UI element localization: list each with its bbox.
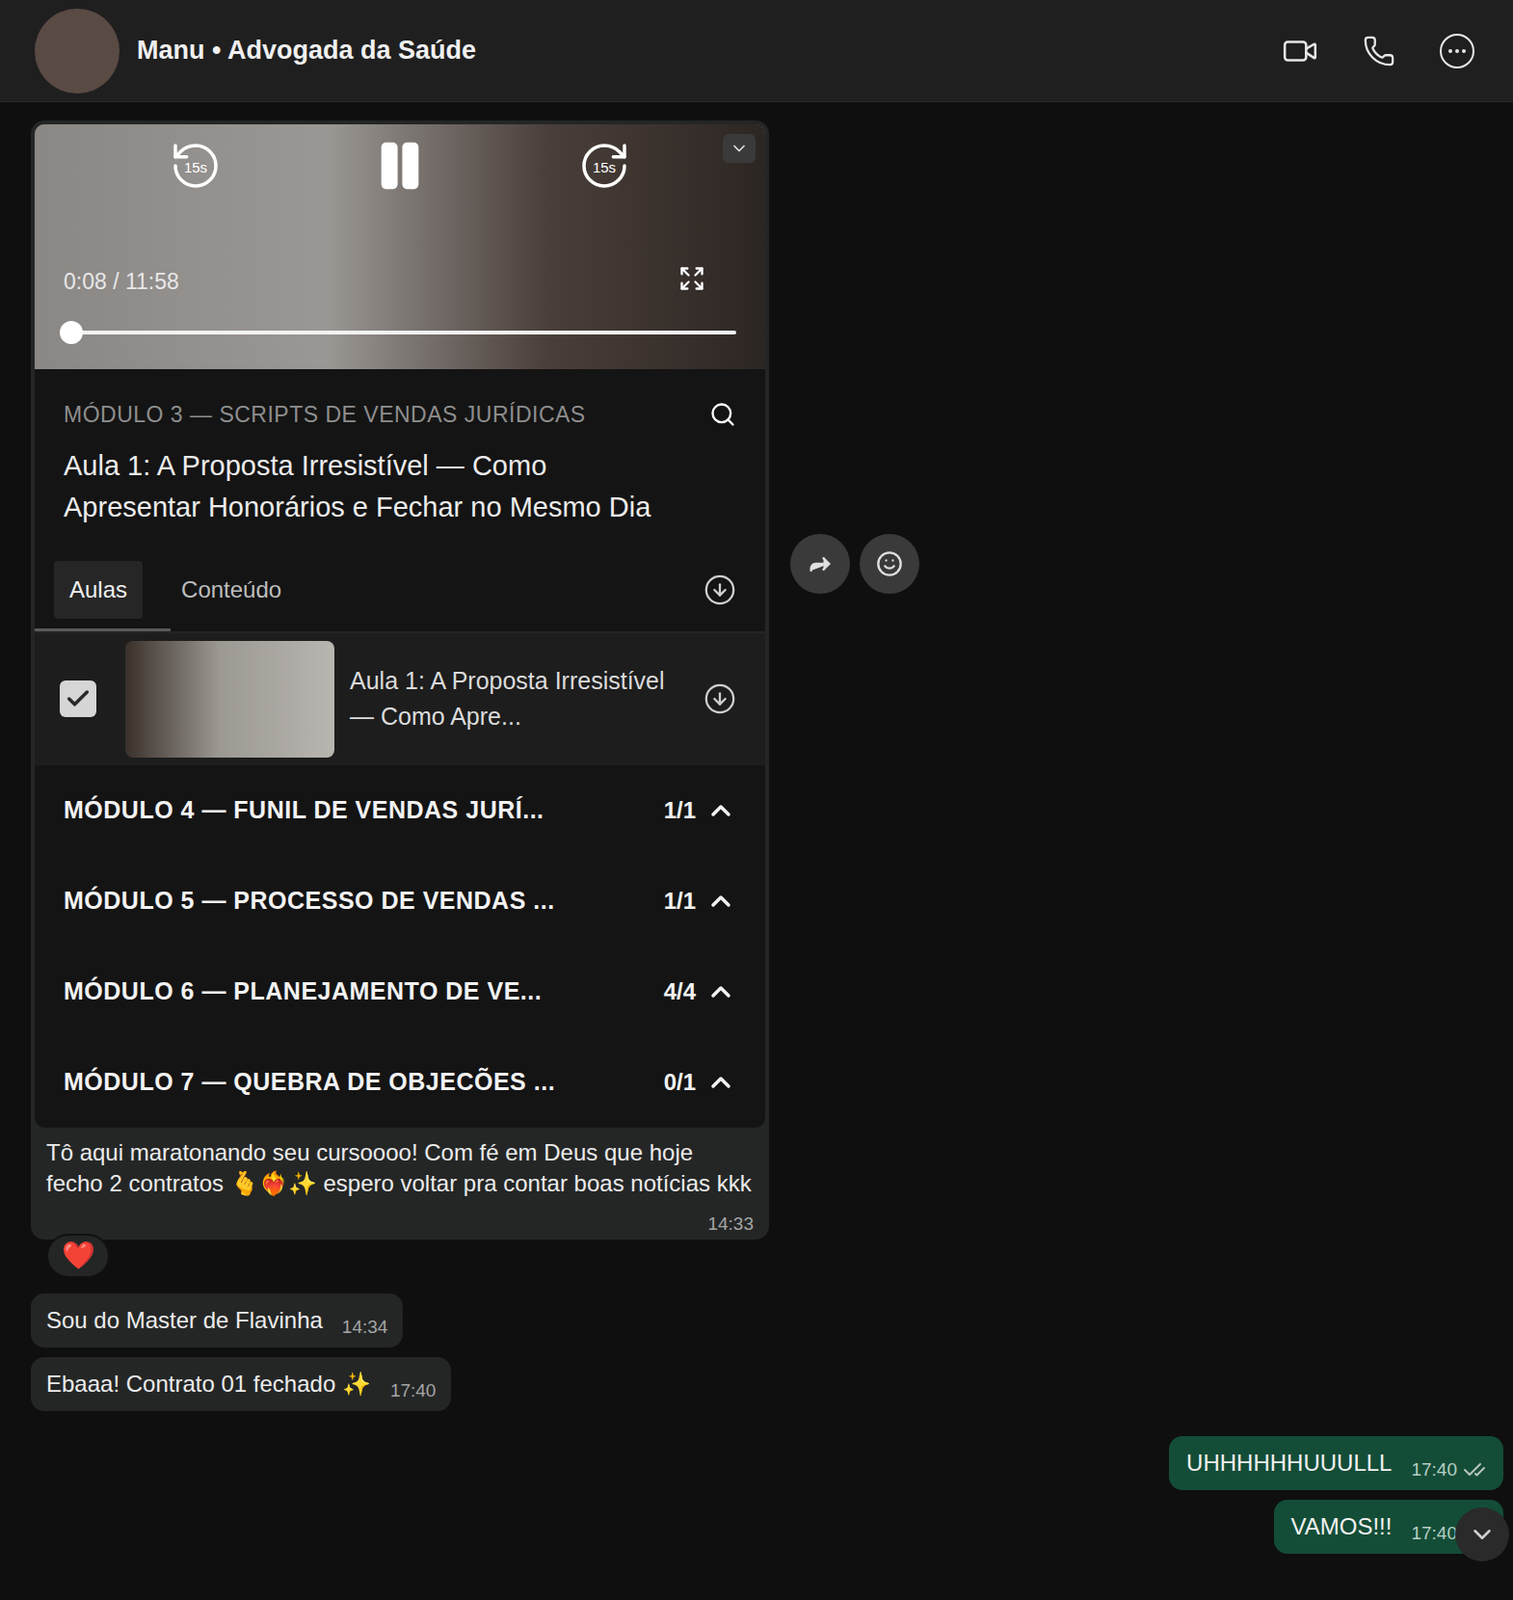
chat-header: Manu • Advogada da Saúde bbox=[0, 0, 1513, 103]
message-row: 15s 15s 0:08 / 11:58 MÓDULO 3 — SCRIPTS DE … bbox=[30, 120, 1504, 1240]
message-text: UHHHHHHUUULLL bbox=[1186, 1445, 1392, 1481]
text-message[interactable]: Ebaaa! Contrato 01 fechado ✨ 17:40 bbox=[30, 1356, 452, 1411]
reaction-badge[interactable]: ❤️ bbox=[46, 1233, 110, 1278]
message-row: VAMOS!!! 17:40 bbox=[30, 1499, 1504, 1554]
text-message[interactable]: UHHHHHHUUULLL 17:40 bbox=[1168, 1435, 1504, 1490]
module-row[interactable]: MÓDULO 6 — PLANEJAMENTO DE VE...4/4 bbox=[34, 946, 766, 1037]
search-icon[interactable] bbox=[709, 400, 737, 428]
forward-icon bbox=[806, 550, 834, 578]
message-time: 14:33 bbox=[707, 1208, 754, 1240]
module-count: 1/1 bbox=[663, 883, 696, 919]
module-title: MÓDULO 4 — FUNIL DE VENDAS JURÍ... bbox=[63, 792, 655, 829]
module-count: 1/1 bbox=[663, 793, 696, 828]
fullscreen-icon bbox=[678, 265, 706, 292]
message-text: Ebaaa! Contrato 01 fechado ✨ bbox=[46, 1366, 372, 1402]
progress-slider[interactable] bbox=[63, 330, 737, 335]
module-title: MÓDULO 6 — PLANEJAMENTO DE VE... bbox=[63, 973, 655, 1010]
message-row: Sou do Master de Flavinha 14:34 bbox=[30, 1293, 1504, 1348]
module-title: MÓDULO 5 — PROCESSO DE VENDAS ... bbox=[63, 882, 655, 920]
check-icon bbox=[64, 685, 92, 713]
download-icon[interactable] bbox=[703, 682, 737, 716]
media-message[interactable]: 15s 15s 0:08 / 11:58 MÓDULO 3 — SCRIPTS DE … bbox=[30, 120, 770, 1240]
fullscreen-button[interactable] bbox=[678, 265, 706, 292]
time-display: 0:08 / 11:58 bbox=[63, 265, 180, 299]
message-caption: Tô aqui maratonando seu cursoooo! Com fé… bbox=[34, 1127, 766, 1209]
message-time: 17:40 bbox=[390, 1377, 437, 1406]
whatsapp-window: Manu • Advogada da Saúde 15s 15s 0:08 / 11:… bbox=[0, 0, 1513, 1600]
more-button[interactable] bbox=[1439, 33, 1475, 69]
rewind-button[interactable]: 15s bbox=[167, 137, 224, 194]
chevron-up-icon[interactable] bbox=[705, 795, 737, 826]
contact-name[interactable]: Manu • Advogada da Saúde bbox=[136, 30, 1282, 71]
chevron-up-icon[interactable] bbox=[705, 1066, 737, 1098]
pause-button[interactable] bbox=[371, 137, 428, 194]
message-time: 14:34 bbox=[342, 1313, 389, 1342]
lesson-row-title: Aula 1: A Proposta Irresistível — Como A… bbox=[349, 663, 694, 735]
tab[interactable]: Conteúdo bbox=[165, 560, 297, 619]
message-row: UHHHHHHUUULLL 17:40 bbox=[30, 1435, 1504, 1490]
module-title: MÓDULO 7 — QUEBRA DE OBJECÕES ... bbox=[63, 1063, 655, 1101]
smile-icon bbox=[875, 550, 903, 578]
chevron-up-icon[interactable] bbox=[705, 976, 737, 1008]
chevron-down-icon bbox=[729, 138, 749, 159]
forward-button[interactable]: 15s bbox=[576, 137, 633, 194]
tab-indicator bbox=[34, 628, 171, 632]
message-text: VAMOS!!! bbox=[1291, 1509, 1393, 1544]
download-all-icon[interactable] bbox=[703, 573, 737, 607]
message-row: Ebaaa! Contrato 01 fechado ✨ 17:40 bbox=[30, 1356, 1504, 1411]
pause-icon bbox=[371, 137, 428, 194]
tab-indicator bbox=[170, 628, 307, 632]
module-row[interactable]: MÓDULO 7 — QUEBRA DE OBJECÕES ...0/1 bbox=[34, 1036, 766, 1128]
voice-call-icon[interactable] bbox=[1362, 34, 1396, 68]
lesson-title: Aula 1: A Proposta Irresistível — Como A… bbox=[34, 445, 766, 529]
module-label: MÓDULO 3 — SCRIPTS DE VENDAS JURÍDICAS bbox=[63, 398, 586, 432]
more-icon bbox=[1445, 39, 1469, 63]
forward-button[interactable] bbox=[790, 533, 850, 594]
module-row[interactable]: MÓDULO 5 — PROCESSO DE VENDAS ...1/1 bbox=[34, 855, 766, 947]
course-panel: MÓDULO 3 — SCRIPTS DE VENDAS JURÍDICAS Au… bbox=[34, 369, 766, 1128]
delivered-ticks-icon bbox=[1462, 1458, 1487, 1482]
tab[interactable]: Aulas bbox=[53, 560, 143, 619]
avatar[interactable] bbox=[34, 8, 120, 94]
lesson-thumbnail bbox=[125, 640, 335, 758]
message-time: 17:40 bbox=[1410, 1456, 1458, 1485]
chevron-down-icon bbox=[1467, 1519, 1497, 1549]
lesson-row[interactable]: Aula 1: A Proposta Irresistível — Como A… bbox=[34, 633, 766, 766]
video-player[interactable]: 15s 15s 0:08 / 11:58 bbox=[34, 124, 766, 370]
module-row[interactable]: MÓDULO 4 — FUNIL DE VENDAS JURÍ...1/1 bbox=[34, 765, 766, 856]
chat-area: 15s 15s 0:08 / 11:58 MÓDULO 3 — SCRIPTS DE … bbox=[0, 102, 1513, 1600]
react-button[interactable] bbox=[859, 533, 920, 594]
video-call-icon[interactable] bbox=[1281, 32, 1319, 70]
collapse-button[interactable] bbox=[722, 133, 756, 163]
message-text: Sou do Master de Flavinha bbox=[46, 1302, 323, 1338]
scroll-down-button[interactable] bbox=[1455, 1507, 1510, 1562]
chevron-up-icon[interactable] bbox=[705, 885, 737, 917]
module-count: 0/1 bbox=[663, 1064, 696, 1100]
tab-bar: Aulas Conteúdo bbox=[34, 560, 766, 634]
progress-knob[interactable] bbox=[59, 320, 83, 345]
lesson-checkbox[interactable] bbox=[59, 680, 97, 717]
text-message[interactable]: Sou do Master de Flavinha 14:34 bbox=[30, 1293, 403, 1348]
module-count: 4/4 bbox=[663, 974, 696, 1009]
message-time: 17:40 bbox=[1410, 1519, 1458, 1548]
